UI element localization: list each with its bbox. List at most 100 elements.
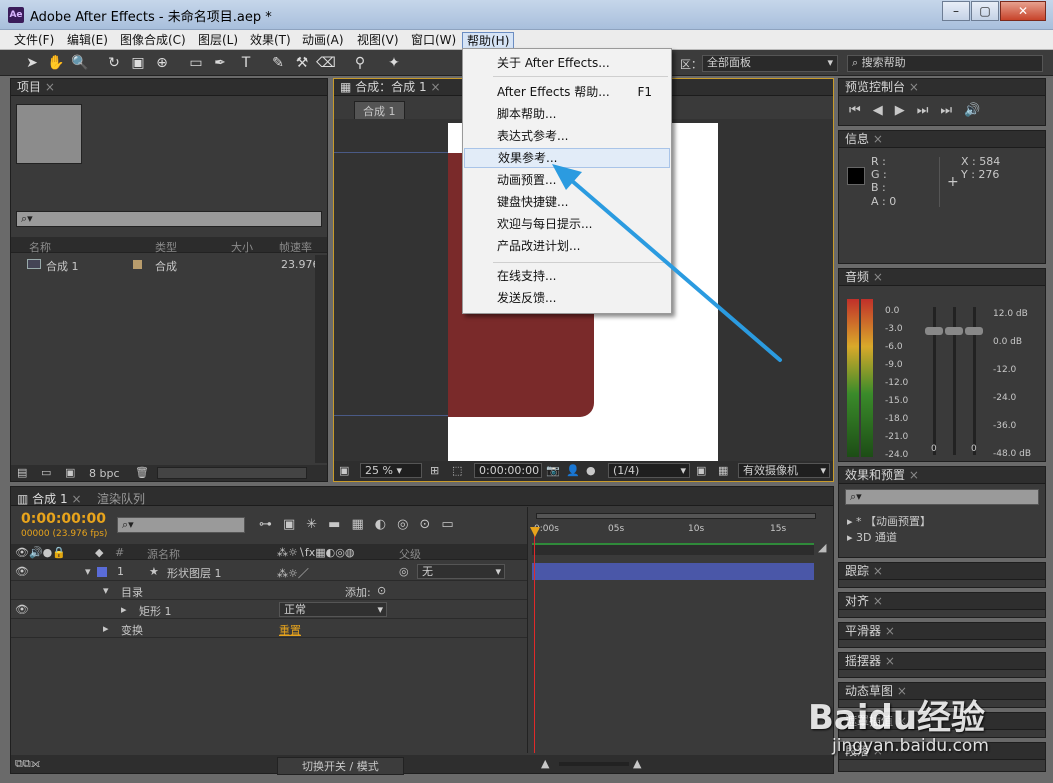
camera-tool-icon[interactable]: ▣ bbox=[128, 53, 148, 73]
interpret-footage-icon[interactable]: ▤ bbox=[17, 466, 27, 479]
horizontal-scrollbar[interactable] bbox=[157, 467, 307, 479]
audio-slider-handle[interactable] bbox=[925, 327, 943, 335]
workspace-select[interactable]: 全部面板 ▾ bbox=[702, 55, 838, 72]
column-type[interactable]: 类型 bbox=[155, 239, 177, 255]
roto-brush-tool-icon[interactable]: ⚲ bbox=[350, 53, 370, 73]
timeline-zoom-slider[interactable] bbox=[559, 762, 629, 766]
composition-subtab[interactable]: 合成 1 bbox=[354, 101, 405, 121]
rotate-tool-icon[interactable]: ↻ bbox=[104, 53, 124, 73]
eye-icon[interactable]: 👁 bbox=[15, 603, 29, 616]
close-icon[interactable]: × bbox=[873, 564, 883, 578]
close-icon[interactable]: × bbox=[430, 80, 440, 94]
column-parent[interactable]: 父级 bbox=[399, 546, 421, 562]
zoom-in-mountain-icon[interactable]: ▲ bbox=[633, 757, 641, 770]
camera-select[interactable]: 有效摄像机 ▾ bbox=[738, 463, 830, 478]
puppet-pin-tool-icon[interactable]: ✦ bbox=[384, 53, 404, 73]
comp-marker-bin-icon[interactable]: ◢ bbox=[818, 541, 832, 555]
close-icon[interactable]: × bbox=[909, 468, 919, 482]
label-color-swatch[interactable] bbox=[133, 260, 142, 269]
eraser-tool-icon[interactable]: ⌫ bbox=[316, 53, 336, 73]
reset-link[interactable]: 重置 bbox=[279, 622, 301, 638]
parent-pickwhip-icon[interactable]: ◎ bbox=[399, 565, 409, 578]
effects-tab[interactable]: 效果和预置 × bbox=[839, 467, 1045, 484]
list-item[interactable]: 合成 1 合成 23.976 bbox=[11, 255, 320, 273]
expand-arrow-icon[interactable]: ▸ bbox=[103, 622, 109, 635]
zoom-tool-icon[interactable]: 🔍 bbox=[70, 53, 90, 73]
time-navigator[interactable] bbox=[536, 513, 816, 519]
menu-file[interactable]: 文件(F) bbox=[10, 32, 58, 49]
audio-tab[interactable]: 音频 × bbox=[839, 269, 1045, 286]
menu-view[interactable]: 视图(V) bbox=[353, 32, 403, 49]
menu-layer[interactable]: 图层(L) bbox=[194, 32, 242, 49]
timeline-search-input[interactable]: ⌕▾ bbox=[117, 517, 245, 533]
layer-switches[interactable]: ⁂☼／ bbox=[277, 565, 309, 581]
align-tab[interactable]: 对齐 × bbox=[839, 593, 1045, 610]
menu-item-about[interactable]: 关于 After Effects... bbox=[464, 53, 670, 73]
menu-item-expression-reference[interactable]: 表达式参考... bbox=[464, 126, 670, 146]
menu-item-help[interactable]: After Effects 帮助... F1 bbox=[464, 82, 670, 102]
list-item[interactable]: ▸ * 【动画预置】 bbox=[847, 513, 931, 529]
trash-icon[interactable]: 🗑 bbox=[135, 466, 149, 479]
add-menu-icon[interactable]: ⊙ bbox=[377, 584, 386, 597]
menu-item-scripting-help[interactable]: 脚本帮助... bbox=[464, 104, 670, 124]
region-of-interest-icon[interactable]: ▣ bbox=[696, 464, 706, 477]
project-search-input[interactable]: ⌕▾ bbox=[16, 211, 322, 227]
zoom-out-mountain-icon[interactable]: ▲ bbox=[541, 757, 549, 770]
new-folder-icon[interactable]: ▭ bbox=[41, 466, 51, 479]
lock-icon[interactable]: ▦ bbox=[340, 80, 355, 94]
column-size[interactable]: 大小 bbox=[231, 239, 253, 255]
close-button[interactable]: ✕ bbox=[1000, 1, 1046, 21]
always-preview-icon[interactable]: ▣ bbox=[339, 464, 349, 477]
blend-mode-select[interactable]: 正常 ▾ bbox=[279, 602, 387, 617]
tab-timeline-composition[interactable]: ▥ 合成 1 × bbox=[17, 490, 82, 507]
channel-icon[interactable]: ● bbox=[586, 464, 596, 477]
wiggler-panel[interactable]: 摇摆器 × bbox=[838, 652, 1046, 678]
project-tab[interactable]: 项目 × bbox=[11, 79, 327, 96]
hand-tool-icon[interactable]: ✋ bbox=[46, 53, 66, 73]
parent-select[interactable]: 无 ▾ bbox=[417, 564, 505, 579]
tracker-panel[interactable]: 跟踪 × bbox=[838, 562, 1046, 588]
menu-edit[interactable]: 编辑(E) bbox=[63, 32, 112, 49]
smoother-tab[interactable]: 平滑器 × bbox=[839, 623, 1045, 640]
smoother-panel[interactable]: 平滑器 × bbox=[838, 622, 1046, 648]
table-row[interactable]: ▸ 变换 重置 bbox=[11, 620, 527, 638]
table-row[interactable]: 👁 ▸ 矩形 1 正常 ▾ bbox=[11, 601, 527, 619]
column-fps[interactable]: 帧速率 bbox=[279, 239, 312, 255]
add-label[interactable]: 添加: bbox=[345, 584, 371, 600]
expand-arrow-icon[interactable]: ▾ bbox=[103, 584, 109, 597]
layer-name[interactable]: 形状图层 1 bbox=[167, 565, 222, 581]
list-item[interactable]: ▸ 3D 通道 bbox=[847, 529, 897, 545]
timeline-switches[interactable]: ⊶▣✳▬▦◐◎⊙▭ bbox=[259, 517, 465, 532]
menu-help[interactable]: 帮助(H) bbox=[462, 32, 515, 49]
rectangle-group-label[interactable]: 矩形 1 bbox=[139, 603, 172, 619]
audio-slider-handle[interactable] bbox=[965, 327, 983, 335]
work-area-bar[interactable] bbox=[532, 543, 814, 555]
table-row[interactable]: ▾ 目录 添加: ⊙ bbox=[11, 582, 527, 600]
current-time-field[interactable]: 0:00:00:00 bbox=[474, 463, 542, 478]
text-tool-icon[interactable]: T bbox=[236, 53, 256, 73]
mask-icon[interactable]: ⬚ bbox=[452, 464, 462, 477]
minimize-button[interactable]: – bbox=[942, 1, 970, 21]
menu-window[interactable]: 窗口(W) bbox=[407, 32, 460, 49]
close-icon[interactable]: × bbox=[909, 80, 919, 94]
menu-animation[interactable]: 动画(A) bbox=[298, 32, 348, 49]
table-row[interactable]: 👁 ▾ 1 ★ 形状图层 1 ⁂☼／ ◎ 无 ▾ bbox=[11, 563, 527, 581]
new-composition-icon[interactable]: ▣ bbox=[65, 466, 75, 479]
brush-tool-icon[interactable]: ✎ bbox=[268, 53, 288, 73]
column-source-name[interactable]: 源名称 bbox=[147, 546, 180, 562]
tracker-tab[interactable]: 跟踪 × bbox=[839, 563, 1045, 580]
show-snapshot-icon[interactable]: 👤 bbox=[566, 464, 580, 477]
layer-duration-bar[interactable] bbox=[532, 563, 814, 580]
close-icon[interactable]: × bbox=[885, 654, 895, 668]
playback-controls[interactable]: ⏮◀▶⏭⏭🔊 bbox=[849, 103, 992, 118]
tab-render-queue[interactable]: 渲染队列 bbox=[97, 490, 145, 507]
menu-effect[interactable]: 效果(T) bbox=[246, 32, 295, 49]
info-tab[interactable]: 信息 × bbox=[839, 131, 1045, 148]
preview-tab[interactable]: 预览控制台 × bbox=[839, 79, 1045, 96]
zoom-select[interactable]: 25 % ▾ bbox=[360, 463, 422, 478]
project-scrollbar[interactable] bbox=[315, 255, 327, 463]
close-icon[interactable]: × bbox=[885, 624, 895, 638]
layer-label-color[interactable] bbox=[97, 567, 107, 577]
clone-stamp-tool-icon[interactable]: ⚒ bbox=[292, 53, 312, 73]
search-help-input[interactable]: ⌕ 搜索帮助 bbox=[847, 55, 1043, 72]
